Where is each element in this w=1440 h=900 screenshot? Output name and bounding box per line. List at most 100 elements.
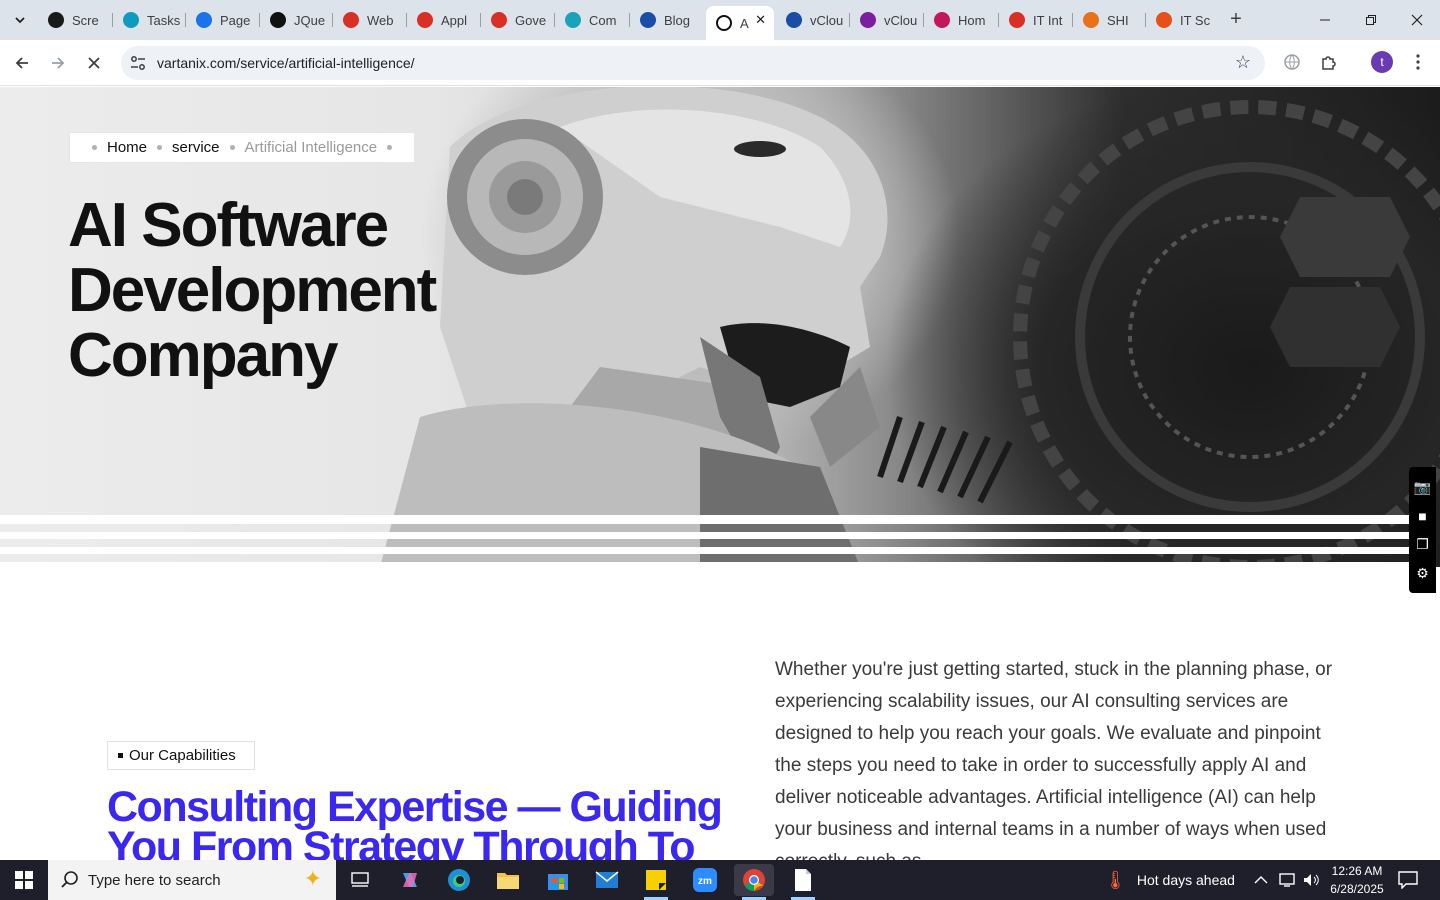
- tab-favicon-icon: [270, 12, 286, 28]
- volume-icon[interactable]: [1302, 860, 1320, 900]
- copy-window-icon[interactable]: ❐: [1416, 535, 1429, 553]
- tab-title: Hom: [958, 12, 986, 28]
- breadcrumb-home-link[interactable]: Home: [107, 139, 147, 156]
- back-button[interactable]: [8, 49, 36, 77]
- tab-title: Web: [367, 12, 394, 28]
- browser-tab[interactable]: vClou: [776, 6, 850, 34]
- close-icon: [1411, 14, 1423, 26]
- browser-tab[interactable]: IT Int: [999, 6, 1073, 34]
- search-placeholder: Type here to search: [88, 871, 221, 889]
- notifications-icon[interactable]: [1398, 860, 1418, 900]
- tab-favicon-icon: [1009, 12, 1025, 28]
- close-icon: [88, 57, 100, 69]
- browser-tab-active[interactable]: A ✕: [706, 6, 774, 40]
- sticky-notes-icon[interactable]: [636, 864, 676, 900]
- arrow-right-icon: [52, 57, 65, 69]
- browser-tab[interactable]: Gove: [481, 6, 555, 34]
- network-icon[interactable]: [1278, 860, 1296, 900]
- close-window-button[interactable]: [1394, 0, 1440, 40]
- tab-title: Scre: [72, 12, 99, 28]
- web-page: Home service Artificial Intelligence AI …: [0, 87, 1440, 860]
- extensions-puzzle-icon[interactable]: [1317, 50, 1341, 74]
- notepad-icon[interactable]: [783, 864, 823, 900]
- tab-title: IT Sc: [1180, 12, 1211, 28]
- browser-tab[interactable]: Scre: [38, 6, 113, 34]
- tab-favicon-icon: [491, 12, 507, 28]
- tab-title: vClou: [810, 12, 844, 28]
- clock-time: 12:26 AM: [1331, 864, 1383, 878]
- tab-favicon-icon: [716, 15, 732, 31]
- zoom-icon[interactable]: zm: [685, 864, 725, 896]
- page-title-line: Company: [68, 321, 338, 390]
- restore-icon: [1366, 15, 1376, 25]
- browser-tab[interactable]: JQue: [260, 6, 333, 34]
- kebab-menu-icon[interactable]: [1406, 50, 1430, 74]
- browser-tab[interactable]: IT Sc: [1146, 6, 1218, 34]
- page-title-line: AI Software: [68, 191, 389, 260]
- edge-icon[interactable]: [439, 864, 479, 896]
- tab-title: Appl: [441, 12, 468, 28]
- tab-favicon-icon: [48, 12, 64, 28]
- browser-tab[interactable]: SHI: [1073, 6, 1146, 34]
- restore-button[interactable]: [1348, 0, 1394, 40]
- camera-icon[interactable]: 📷: [1414, 478, 1431, 496]
- system-clock[interactable]: 12:26 AM 6/28/2025: [1322, 862, 1392, 898]
- tab-title: Blog: [664, 12, 691, 28]
- chevron-down-icon: [15, 17, 25, 24]
- tab-strip: Scre Tasks Page JQue Web Appl Gove Com B…: [0, 0, 1440, 40]
- page-title: AI Software Development Company: [68, 191, 437, 390]
- taskbar-search-box[interactable]: Type here to search ✦: [48, 860, 336, 900]
- close-tab-icon[interactable]: ✕: [755, 12, 766, 28]
- section-heading: Consulting Expertise — Guiding You From …: [107, 783, 723, 861]
- svg-text:zm: zm: [698, 876, 712, 887]
- browser-tab[interactable]: Page: [186, 6, 260, 34]
- windows-taskbar: Type here to search ✦ zm 🌡 Hot days ahea…: [0, 860, 1440, 900]
- tab-favicon-icon: [860, 12, 876, 28]
- tab-favicon-icon: [417, 12, 433, 28]
- tab-title: A: [740, 15, 749, 31]
- browser-tab[interactable]: Tasks: [113, 6, 186, 34]
- search-icon: [61, 871, 78, 888]
- tab-favicon-icon: [196, 12, 212, 28]
- minimize-button[interactable]: [1302, 0, 1348, 40]
- microsoft-store-icon[interactable]: [538, 864, 578, 896]
- capabilities-label: Our Capabilities: [129, 747, 236, 764]
- gear-icon[interactable]: ⚙: [1416, 564, 1429, 582]
- browser-tab[interactable]: vClou: [850, 6, 924, 34]
- show-hidden-icons-chevron-icon[interactable]: [1254, 860, 1268, 900]
- new-tab-plus-icon[interactable]: +: [1224, 8, 1248, 32]
- browser-toolbar: vartanix.com/service/artificial-intellig…: [0, 40, 1440, 86]
- address-bar[interactable]: vartanix.com/service/artificial-intellig…: [121, 46, 1265, 80]
- weather-widget[interactable]: 🌡 Hot days ahead: [1104, 860, 1235, 900]
- tab-favicon-icon: [640, 12, 656, 28]
- section-body-text: Whether you're just getting started, stu…: [775, 659, 1333, 860]
- browser-tab[interactable]: Com: [555, 6, 630, 34]
- site-info-icon[interactable]: [129, 54, 147, 72]
- tab-title: Page: [220, 12, 251, 28]
- browser-tab[interactable]: Hom: [924, 6, 999, 34]
- tab-search-button[interactable]: [6, 6, 34, 34]
- tab-favicon-icon: [565, 12, 581, 28]
- thermometer-icon: 🌡: [1104, 869, 1127, 890]
- task-view-icon[interactable]: [340, 864, 380, 896]
- translate-icon[interactable]: [1280, 50, 1304, 74]
- file-explorer-icon[interactable]: [488, 864, 528, 896]
- arrow-left-icon: [15, 57, 28, 69]
- browser-tab[interactable]: Blog: [630, 6, 704, 34]
- weather-text: Hot days ahead: [1136, 872, 1235, 888]
- tab-favicon-icon: [1156, 12, 1172, 28]
- browser-tab[interactable]: Appl: [407, 6, 481, 34]
- breadcrumb-service-link[interactable]: service: [172, 139, 220, 156]
- video-camera-icon[interactable]: ■: [1418, 507, 1426, 525]
- copilot-icon[interactable]: [390, 864, 430, 896]
- browser-tab[interactable]: Web: [333, 6, 407, 34]
- bookmark-star-icon[interactable]: ☆: [1235, 52, 1251, 73]
- chrome-icon[interactable]: [734, 864, 774, 900]
- forward-button[interactable]: [44, 49, 72, 77]
- stop-loading-button[interactable]: [80, 49, 108, 77]
- url-text[interactable]: vartanix.com/service/artificial-intellig…: [157, 55, 415, 71]
- mail-icon[interactable]: [587, 864, 627, 896]
- tab-favicon-icon: [343, 12, 359, 28]
- profile-avatar[interactable]: t: [1371, 51, 1393, 73]
- start-button[interactable]: [0, 860, 48, 900]
